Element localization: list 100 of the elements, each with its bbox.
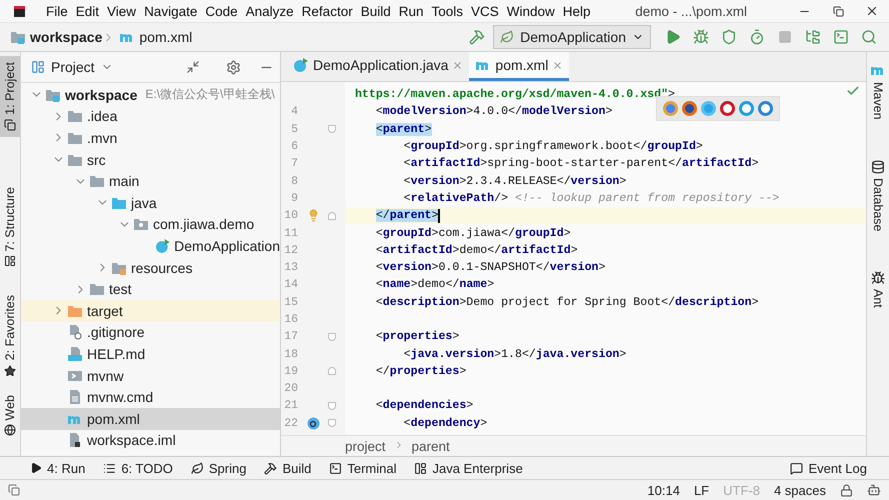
tool-window-button[interactable]: Spring	[190, 460, 246, 476]
fold-marker-icon[interactable]	[328, 367, 336, 376]
tree-item[interactable]: main	[21, 170, 280, 192]
menu-item[interactable]: Analyze	[242, 4, 298, 18]
tool-window-button[interactable]: 4: Run	[30, 460, 86, 476]
line-number: 19	[283, 364, 298, 378]
tool-window-tab[interactable]: Ant	[871, 265, 885, 314]
browser-icon[interactable]	[739, 101, 754, 116]
line-number: 18	[283, 348, 298, 361]
folder-icon	[4, 118, 16, 131]
restore-icon[interactable]	[832, 6, 844, 16]
tree-item[interactable]: .gitignore	[21, 322, 280, 344]
menu-item[interactable]: Code	[201, 4, 242, 18]
fold-marker-icon[interactable]	[328, 125, 336, 134]
tree-item[interactable]: src	[21, 148, 280, 170]
menu-item[interactable]: Run	[394, 4, 428, 18]
tree-item[interactable]: HELP.md	[21, 343, 280, 365]
editor-tab[interactable]: pom.xml	[469, 52, 570, 81]
structure-icon	[4, 255, 16, 268]
fold-marker-icon[interactable]	[328, 212, 336, 220]
code-line: <name>demo</name>	[374, 277, 494, 294]
breadcrumb-item[interactable]: project	[345, 438, 386, 454]
tool-window-tab[interactable]: Web	[0, 388, 20, 442]
lightbulb-icon[interactable]	[306, 209, 320, 222]
menu-item[interactable]: Window	[502, 4, 559, 18]
lock-icon[interactable]	[840, 484, 853, 496]
menu-item[interactable]: File	[42, 4, 72, 18]
editor-tab[interactable]: DemoApplication.java	[287, 52, 470, 81]
collapse-all-icon[interactable]	[186, 60, 200, 74]
browser-icon[interactable]	[758, 101, 773, 116]
event-log-button[interactable]: Event Log	[790, 460, 867, 476]
browser-icon[interactable]	[720, 101, 735, 116]
tree-item[interactable]: workspace E:\微信公众号\甲蛙全栈\	[21, 84, 280, 106]
breadcrumb-item[interactable]: parent	[412, 438, 450, 454]
terminal-icon	[833, 29, 849, 45]
menu-item[interactable]: View	[103, 4, 140, 18]
tree-item[interactable]: test	[21, 278, 280, 300]
tool-window-tab[interactable]: Database	[871, 154, 885, 238]
folder-icon	[89, 281, 105, 298]
class-icon	[293, 57, 309, 73]
folder-tree-icon	[805, 29, 821, 45]
breadcrumb-item[interactable]: pom.xml	[139, 29, 192, 45]
tree-item[interactable]: .idea	[21, 106, 280, 128]
shield-icon	[721, 29, 737, 45]
text-file-icon	[67, 389, 83, 406]
inspector-icon[interactable]	[867, 483, 881, 497]
menu-item[interactable]: Help	[558, 4, 595, 18]
tool-window-tab[interactable]: 2: Favorites	[0, 289, 20, 383]
tree-item[interactable]: .mvn	[21, 127, 280, 149]
tree-item[interactable]: target	[21, 300, 280, 322]
fold-marker-icon[interactable]	[328, 332, 336, 341]
stop-icon	[778, 30, 792, 44]
line-number: 13	[283, 261, 298, 274]
menu-item[interactable]: Refactor	[298, 4, 357, 18]
status-item[interactable]: LF	[694, 482, 710, 498]
code-line: <artifactId>spring-boot-starter-parent</artifactId>	[402, 156, 759, 172]
fold-marker-icon[interactable]	[328, 419, 336, 428]
run-configuration-dropdown[interactable]: DemoApplication	[493, 25, 651, 49]
menu-item[interactable]: Navigate	[140, 4, 202, 18]
breadcrumb-item[interactable]: workspace	[30, 29, 102, 45]
tree-item[interactable]: pom.xml	[21, 408, 280, 430]
fold-marker-icon[interactable]	[328, 402, 336, 410]
menu-item[interactable]: Build	[356, 4, 395, 18]
tool-window-tab[interactable]: Maven	[870, 56, 886, 126]
menu-item[interactable]: Tools	[428, 4, 468, 18]
menu-item[interactable]: Edit	[72, 4, 104, 18]
check-icon	[846, 84, 860, 98]
line-number: 22	[283, 416, 298, 430]
tool-window-button[interactable]: 6: TODO	[103, 460, 173, 476]
settings-icon[interactable]	[226, 60, 241, 74]
markdown-file-icon	[67, 346, 83, 362]
browser-icon[interactable]	[663, 101, 678, 116]
panel-toggle-icon[interactable]	[8, 484, 20, 496]
status-item[interactable]: 10:14	[647, 482, 680, 498]
build-icon[interactable]	[469, 29, 486, 45]
tree-item[interactable]: DemoApplication	[21, 235, 280, 257]
override-marker-icon[interactable]	[306, 416, 320, 430]
line-number: 4	[290, 105, 298, 118]
tree-item[interactable]: java	[21, 192, 280, 214]
tool-window-tab[interactable]: 1: Project	[0, 56, 20, 137]
menu-item[interactable]: VCS	[467, 4, 503, 18]
leaf-icon	[500, 30, 514, 44]
browser-icon[interactable]	[682, 101, 697, 116]
tree-item[interactable]: workspace.iml	[21, 430, 280, 452]
close-icon[interactable]	[865, 4, 879, 18]
tool-window-tab[interactable]: 7: Structure	[0, 180, 20, 274]
tree-item[interactable]: com.jiawa.demo	[21, 214, 280, 236]
tree-item[interactable]: resources	[21, 256, 280, 278]
tool-window-button[interactable]: Terminal	[329, 460, 396, 476]
folder-icon	[67, 108, 83, 124]
panel-title[interactable]: Project	[51, 59, 95, 75]
tool-window-button[interactable]: Java Enterprise	[414, 460, 523, 476]
globe-icon	[4, 424, 16, 436]
tree-item[interactable]: mvnw	[21, 364, 280, 386]
code-line: <properties>	[374, 329, 460, 346]
tree-item[interactable]: mvnw.cmd	[21, 386, 280, 408]
tool-window-button[interactable]: Build	[264, 460, 312, 476]
line-number: 21	[283, 399, 298, 412]
status-item[interactable]: 4 spaces	[774, 482, 826, 498]
ant-icon	[871, 271, 885, 286]
